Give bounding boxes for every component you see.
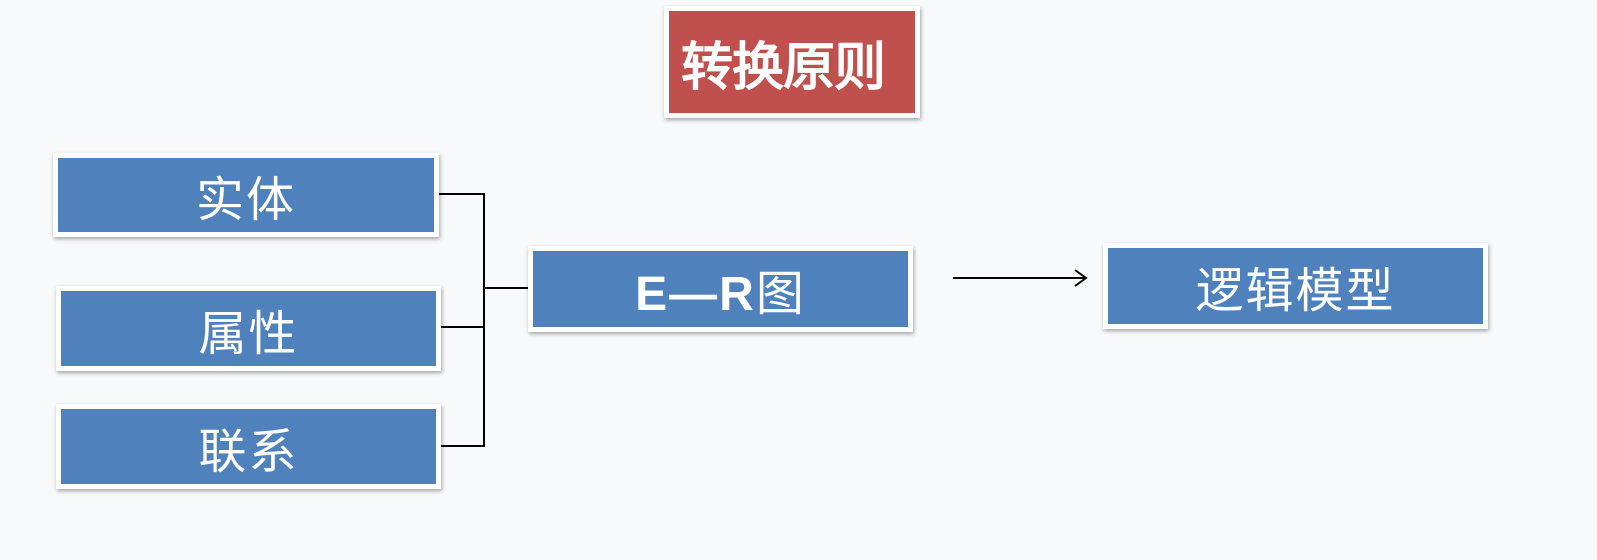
logical-model-label: 逻辑模型 (1195, 263, 1396, 319)
attribute-box: 属性 (56, 286, 441, 371)
title-text: 转换原则 (681, 37, 886, 98)
relation-box: 联系 (56, 404, 441, 489)
title-box: 转换原则 (664, 6, 920, 118)
er-diagram-latin: E—R (635, 268, 756, 321)
attribute-label: 属性 (198, 305, 299, 362)
logical-model-box: 逻辑模型 (1103, 243, 1488, 329)
entity-box: 实体 (53, 153, 439, 237)
entity-label: 实体 (195, 172, 296, 228)
er-diagram-cjk: 图 (755, 266, 806, 322)
relation-label: 联系 (198, 423, 299, 480)
er-diagram-label: E—R图 (635, 254, 806, 324)
er-diagram-box: E—R图 (528, 246, 913, 332)
